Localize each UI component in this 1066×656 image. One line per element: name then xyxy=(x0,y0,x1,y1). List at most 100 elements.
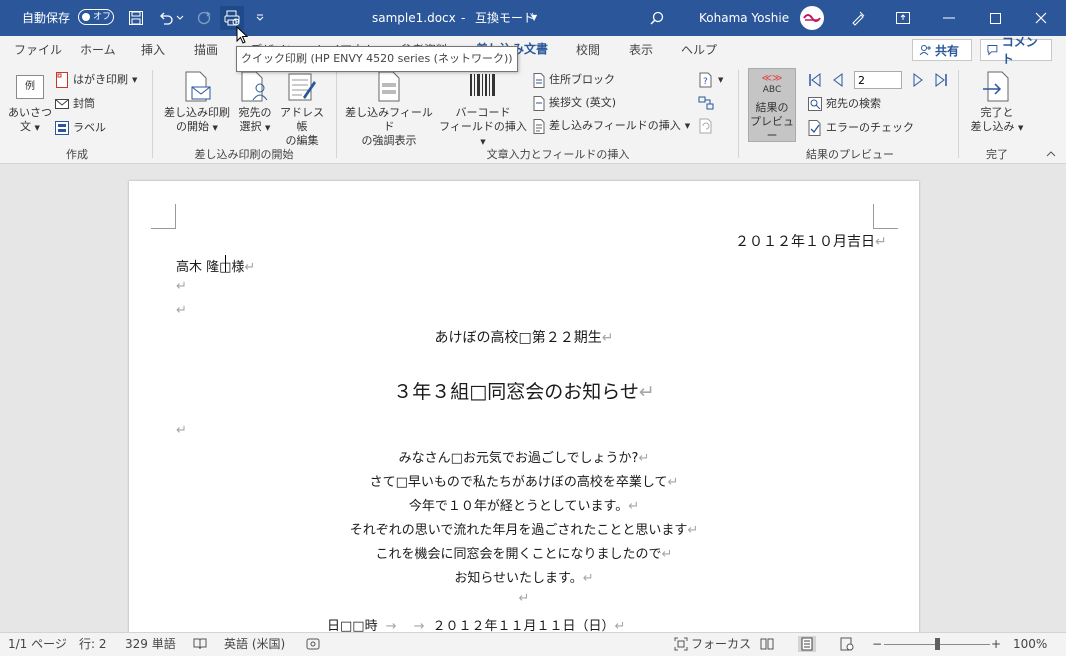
collapse-ribbon-icon[interactable] xyxy=(1044,148,1058,160)
zoom-in-button[interactable]: + xyxy=(991,633,1001,656)
start-mail-merge-button[interactable]: 差し込み印刷 の開始 ▼ xyxy=(160,70,234,135)
close-button[interactable] xyxy=(1018,0,1064,36)
record-number-input[interactable] xyxy=(854,71,902,89)
barcode-line2: フィールドの挿入 xyxy=(439,120,527,133)
tab-help[interactable]: ヘルプ xyxy=(681,36,717,64)
zoom-out-button[interactable]: − xyxy=(872,633,882,656)
address-block-button[interactable]: 住所ブロック xyxy=(533,70,615,90)
tab-review[interactable]: 校閲 xyxy=(576,36,600,64)
save-icon[interactable] xyxy=(124,6,148,30)
tab-home[interactable]: ホーム xyxy=(80,36,116,64)
preview-abc: ABC xyxy=(762,85,782,95)
rules-icon: ? xyxy=(699,72,712,88)
paragraph-mark: ↵ xyxy=(667,475,679,490)
focus-label[interactable]: フォーカス xyxy=(691,633,751,656)
preview-arrows-icon: ≪≫ xyxy=(761,73,783,84)
body-line: それぞれの思いで流れた年月を過ごされたことと思います↵ xyxy=(129,519,919,538)
update-labels-button[interactable] xyxy=(698,116,714,136)
postcard-print-button[interactable]: はがき印刷 ▼ xyxy=(55,70,137,90)
ribbon-display-icon[interactable] xyxy=(891,6,915,30)
share-button[interactable]: 共有 xyxy=(912,39,972,61)
insert-barcode-field-button[interactable]: バーコード フィールドの挿入 ▼ xyxy=(436,70,530,149)
search-icon[interactable] xyxy=(645,6,669,30)
title-separator: - xyxy=(461,11,466,25)
language-indicator[interactable]: 英語 (米国) xyxy=(224,633,285,656)
addressee: 高木 隆□様↵ xyxy=(176,256,255,275)
first-record-icon[interactable] xyxy=(808,73,822,87)
match-fields-button[interactable] xyxy=(698,93,714,113)
rules-button[interactable]: ? ▼ xyxy=(698,70,723,90)
last-record-icon[interactable] xyxy=(934,73,948,87)
document-title: sample1.docx xyxy=(372,11,456,25)
body-line: さて□早いもので私たちがあけぼの高校を卒業して↵ xyxy=(129,471,919,490)
previous-record-icon[interactable] xyxy=(832,73,844,87)
labels-button[interactable]: ラベル xyxy=(55,118,106,138)
edit-recipient-list-button[interactable]: アドレス帳 の編集 xyxy=(276,70,328,148)
insert-field-icon xyxy=(533,118,545,134)
start-mail-merge-icon xyxy=(181,70,213,104)
insert-field-label: 差し込みフィールドの挿入 xyxy=(549,119,681,132)
body-line: これを機会に同窓会を開くことになりましたので↵ xyxy=(129,543,919,562)
preview-results-button[interactable]: ≪≫ ABC 結果の プレビュー xyxy=(748,68,796,142)
mode-dropdown-icon[interactable]: ▼ xyxy=(531,0,537,36)
greeting-icon: 例 xyxy=(14,70,46,104)
chevron-down-icon: ▼ xyxy=(265,124,271,132)
select-line2: 選択 xyxy=(239,120,262,133)
body-text: みなさん□お元気でお過ごしでしょうか? xyxy=(398,451,639,466)
redo-icon[interactable] xyxy=(192,6,216,30)
crop-mark xyxy=(151,204,176,229)
envelope-button[interactable]: 封筒 xyxy=(55,94,95,114)
greeting-button[interactable]: 例 あいさつ 文 ▼ xyxy=(8,70,52,135)
body-line: 今年で１０年が経とうとしています。↵ xyxy=(129,495,919,514)
web-layout-icon[interactable] xyxy=(838,636,856,652)
zoom-slider-thumb[interactable] xyxy=(935,638,940,650)
quick-print-tooltip: クイック印刷 (HP ENVY 4520 series (ネットワーク)) xyxy=(236,46,518,72)
share-icon xyxy=(919,45,931,56)
word-count[interactable]: 329 単語 xyxy=(125,633,176,656)
find-recipient-icon xyxy=(808,97,822,111)
greeting-line-button[interactable]: 挨拶文 (英文) xyxy=(533,93,616,113)
autosave-toggle[interactable]: オフ xyxy=(78,9,114,25)
compat-mode[interactable]: 互換モード xyxy=(475,0,535,36)
check-errors-label: エラーのチェック xyxy=(826,121,914,134)
maximize-button[interactable] xyxy=(972,0,1018,36)
user-name[interactable]: Kohama Yoshie xyxy=(699,0,789,36)
paragraph-mark: ↵ xyxy=(582,571,594,586)
accessibility-icon[interactable] xyxy=(304,636,322,652)
focus-icon[interactable] xyxy=(672,636,690,652)
comments-button[interactable]: コメント xyxy=(980,35,1052,66)
read-mode-icon[interactable] xyxy=(758,636,776,652)
proofing-icon[interactable] xyxy=(191,636,209,652)
autosave-state: オフ xyxy=(93,12,112,22)
mouse-cursor-icon xyxy=(236,26,248,44)
avatar[interactable] xyxy=(800,6,824,30)
customize-toolbar-icon[interactable] xyxy=(250,6,270,30)
document-page[interactable]: ２０１２年１０月吉日↵ 高木 隆□様↵ ↵ ↵ あけぼの高校□第２２期生↵ ３年… xyxy=(129,181,919,641)
check-errors-button[interactable]: エラーのチェック xyxy=(808,118,914,138)
tab-file[interactable]: ファイル xyxy=(14,36,62,64)
zoom-level[interactable]: 100% xyxy=(1013,633,1047,656)
labels-label: ラベル xyxy=(73,121,106,134)
tab-draw[interactable]: 描画 xyxy=(194,36,218,64)
select-recipients-button[interactable]: 宛先の 選択 ▼ xyxy=(234,70,276,135)
find-recipient-button[interactable]: 宛先の検索 xyxy=(808,94,881,114)
minimize-button[interactable] xyxy=(926,0,972,36)
tab-insert[interactable]: 挿入 xyxy=(141,36,165,64)
highlight-fields-icon xyxy=(373,70,405,104)
paragraph-mark: ↵ xyxy=(601,330,614,346)
line-number[interactable]: 行: 2 xyxy=(79,633,107,656)
finish-merge-button[interactable]: 完了と 差し込み ▼ xyxy=(966,70,1028,135)
undo-dropdown-icon[interactable] xyxy=(174,6,186,30)
insert-merge-field-button[interactable]: 差し込みフィールドの挿入 ▼ xyxy=(533,116,690,136)
next-record-icon[interactable] xyxy=(912,73,924,87)
tab-view[interactable]: 表示 xyxy=(629,36,653,64)
group-separator xyxy=(152,70,153,158)
highlight-fields-button[interactable]: 差し込みフィールド の強調表示 xyxy=(343,70,435,148)
autosave-label: 自動保存 xyxy=(22,11,71,25)
status-bar: 1/1 ページ 行: 2 329 単語 英語 (米国) フォーカス − + 10… xyxy=(0,632,1066,656)
print-layout-icon[interactable] xyxy=(798,636,816,652)
match-fields-icon xyxy=(698,96,714,110)
page-count[interactable]: 1/1 ページ xyxy=(8,633,67,656)
organization-text: あけぼの高校□第２２期生 xyxy=(434,330,602,346)
coauthor-icon[interactable] xyxy=(846,6,870,30)
